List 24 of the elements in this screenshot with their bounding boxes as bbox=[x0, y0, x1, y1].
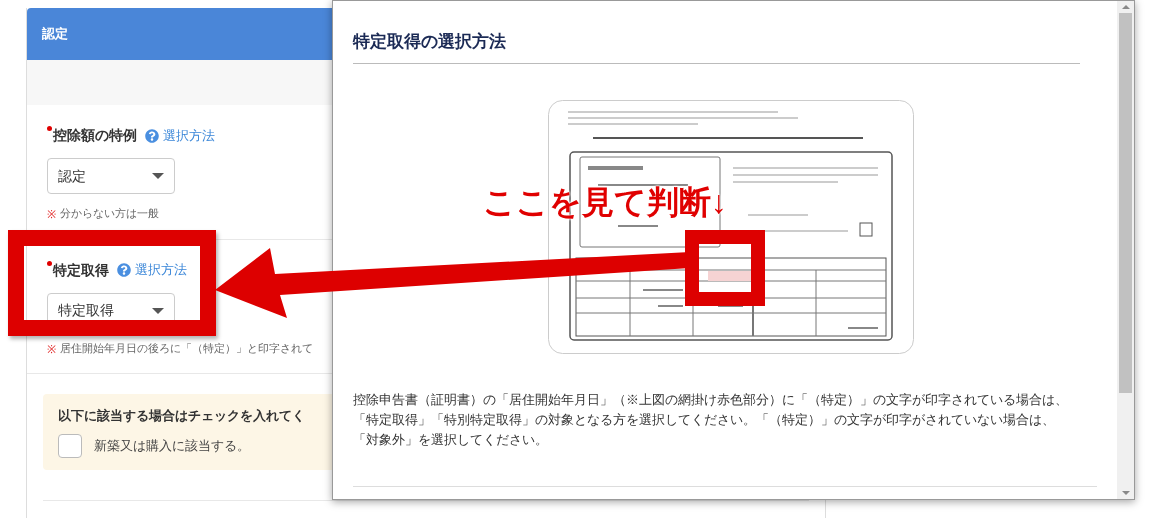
annotation-text: ここを見て判断↓ bbox=[483, 183, 727, 222]
field-note: 分からない方は一般 bbox=[60, 206, 159, 222]
help-link[interactable]: 選択方法 bbox=[135, 260, 187, 280]
dialog-description: 控除申告書（証明書）の「居住開始年月日」（※上図の網掛け赤色部分）に「（特定）」の文字が印字されている場合は、「特定取得」「特別特定取得」の対象となる方を選択してください。「（特定）」の文字が印字がされていない場合は、「対象外」を選択してください。 bbox=[353, 390, 1069, 449]
help-icon[interactable] bbox=[117, 263, 131, 277]
scrollbar-thumb[interactable] bbox=[1119, 13, 1132, 393]
scroll-down-icon[interactable] bbox=[1121, 491, 1130, 495]
panel-title: 認定 bbox=[42, 25, 68, 44]
checkbox[interactable] bbox=[58, 433, 82, 458]
note-mark: ※ bbox=[47, 207, 56, 222]
scrollbar[interactable] bbox=[1117, 1, 1134, 499]
scroll-up-icon[interactable] bbox=[1121, 5, 1130, 9]
note-mark: ※ bbox=[47, 341, 56, 357]
caret-icon bbox=[152, 307, 164, 314]
select-field[interactable]: 認定 bbox=[47, 158, 175, 194]
field-note: 居住開始年月日の後ろに「（特定）」と印字されて bbox=[60, 340, 313, 356]
checkbox-label: 新築又は購入に該当する。 bbox=[94, 436, 250, 455]
checkbox-heading: 以下に該当する場合はチェックを入れてく bbox=[58, 407, 305, 425]
help-link[interactable]: 選択方法 bbox=[163, 125, 215, 146]
help-icon[interactable] bbox=[145, 128, 159, 143]
field-label: 控除額の特例 bbox=[53, 126, 137, 145]
caret-icon bbox=[152, 173, 164, 179]
field-label: 特定取得 bbox=[53, 260, 109, 280]
dialog-title: 特定取得の選択方法 bbox=[353, 32, 506, 51]
